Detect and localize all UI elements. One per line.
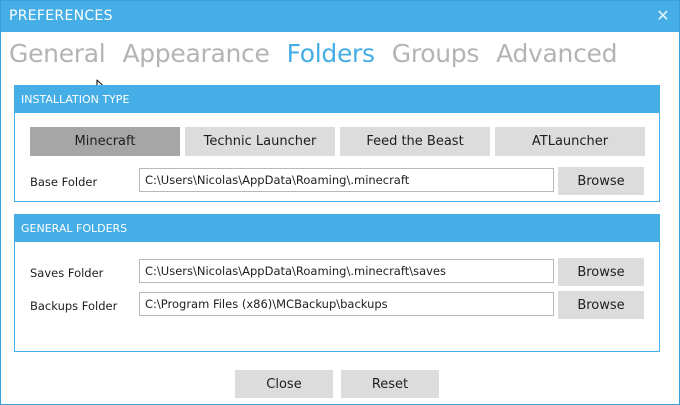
backups-folder-label: Backups Folder — [30, 299, 118, 313]
window-title: PREFERENCES — [9, 8, 113, 24]
base-folder-browse-button[interactable]: Browse — [558, 167, 644, 195]
base-folder-input[interactable]: C:\Users\Nicolas\AppData\Roaming\.minecr… — [139, 168, 554, 192]
tab-groups[interactable]: Groups — [392, 37, 480, 73]
reset-button[interactable]: Reset — [341, 370, 439, 398]
close-icon[interactable]: ✕ — [655, 6, 671, 26]
base-folder-label: Base Folder — [30, 175, 98, 189]
tab-appearance[interactable]: Appearance — [122, 37, 269, 73]
backups-folder-input[interactable]: C:\Program Files (x86)\MCBackup\backups — [139, 292, 554, 316]
atlauncher-option-button[interactable]: ATLauncher — [495, 127, 645, 156]
saves-folder-label: Saves Folder — [30, 266, 104, 280]
minecraft-option-button[interactable]: Minecraft — [30, 127, 180, 156]
tab-advanced[interactable]: Advanced — [496, 37, 617, 73]
tab-general[interactable]: General — [9, 37, 106, 73]
installation-type-group: INSTALLATION TYPE Minecraft Technic Laun… — [14, 85, 660, 202]
feed-the-beast-option-button[interactable]: Feed the Beast — [340, 127, 490, 156]
title-bar: PREFERENCES ✕ — [1, 1, 679, 32]
tab-folders[interactable]: Folders — [287, 37, 375, 73]
general-folders-header: GENERAL FOLDERS — [15, 215, 659, 242]
tab-bar: General Appearance Folders Groups Advanc… — [9, 37, 634, 73]
saves-folder-browse-button[interactable]: Browse — [558, 258, 644, 286]
saves-folder-input[interactable]: C:\Users\Nicolas\AppData\Roaming\.minecr… — [139, 259, 554, 283]
general-folders-group: GENERAL FOLDERS Saves Folder C:\Users\Ni… — [14, 214, 660, 352]
installation-type-header: INSTALLATION TYPE — [15, 86, 659, 113]
backups-folder-browse-button[interactable]: Browse — [558, 291, 644, 319]
technic-launcher-option-button[interactable]: Technic Launcher — [185, 127, 335, 156]
close-button[interactable]: Close — [235, 370, 333, 398]
preferences-window: PREFERENCES ✕ General Appearance Folders… — [0, 0, 680, 405]
